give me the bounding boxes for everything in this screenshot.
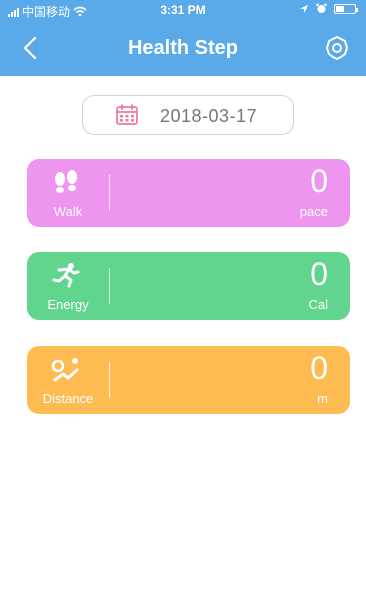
runner-icon [52, 263, 80, 288]
energy-value: 0 [310, 256, 328, 292]
location-arrow-icon [300, 4, 308, 13]
route-pin-icon [51, 358, 79, 382]
distance-card: Distance 0 m [27, 346, 350, 414]
card-divider [109, 362, 110, 398]
distance-value: 0 [310, 350, 328, 386]
walk-unit: pace [299, 204, 328, 219]
walk-value: 0 [310, 163, 328, 199]
energy-unit: Cal [308, 297, 328, 312]
energy-card: Energy 0 Cal [27, 252, 350, 320]
calendar-icon [116, 104, 138, 125]
status-icons [299, 3, 358, 14]
date-picker-button[interactable]: 2018-03-17 [82, 95, 294, 135]
battery-icon [334, 3, 358, 14]
gear-icon[interactable] [324, 35, 350, 61]
selected-date: 2018-03-17 [160, 106, 258, 126]
energy-label: Energy [47, 297, 89, 312]
walk-card: Walk 0 pace [27, 159, 350, 227]
footprints-icon [55, 170, 77, 193]
card-divider [109, 268, 110, 304]
page-title: Health Step [127, 37, 239, 59]
distance-label: Distance [42, 391, 94, 406]
nav-bar: Health Step [0, 20, 366, 76]
walk-label: Walk [53, 204, 83, 219]
status-bar: 中国移动 3:31 PM [0, 0, 366, 20]
alarm-icon [316, 3, 327, 13]
card-divider [109, 175, 110, 211]
distance-unit: m [317, 391, 328, 406]
